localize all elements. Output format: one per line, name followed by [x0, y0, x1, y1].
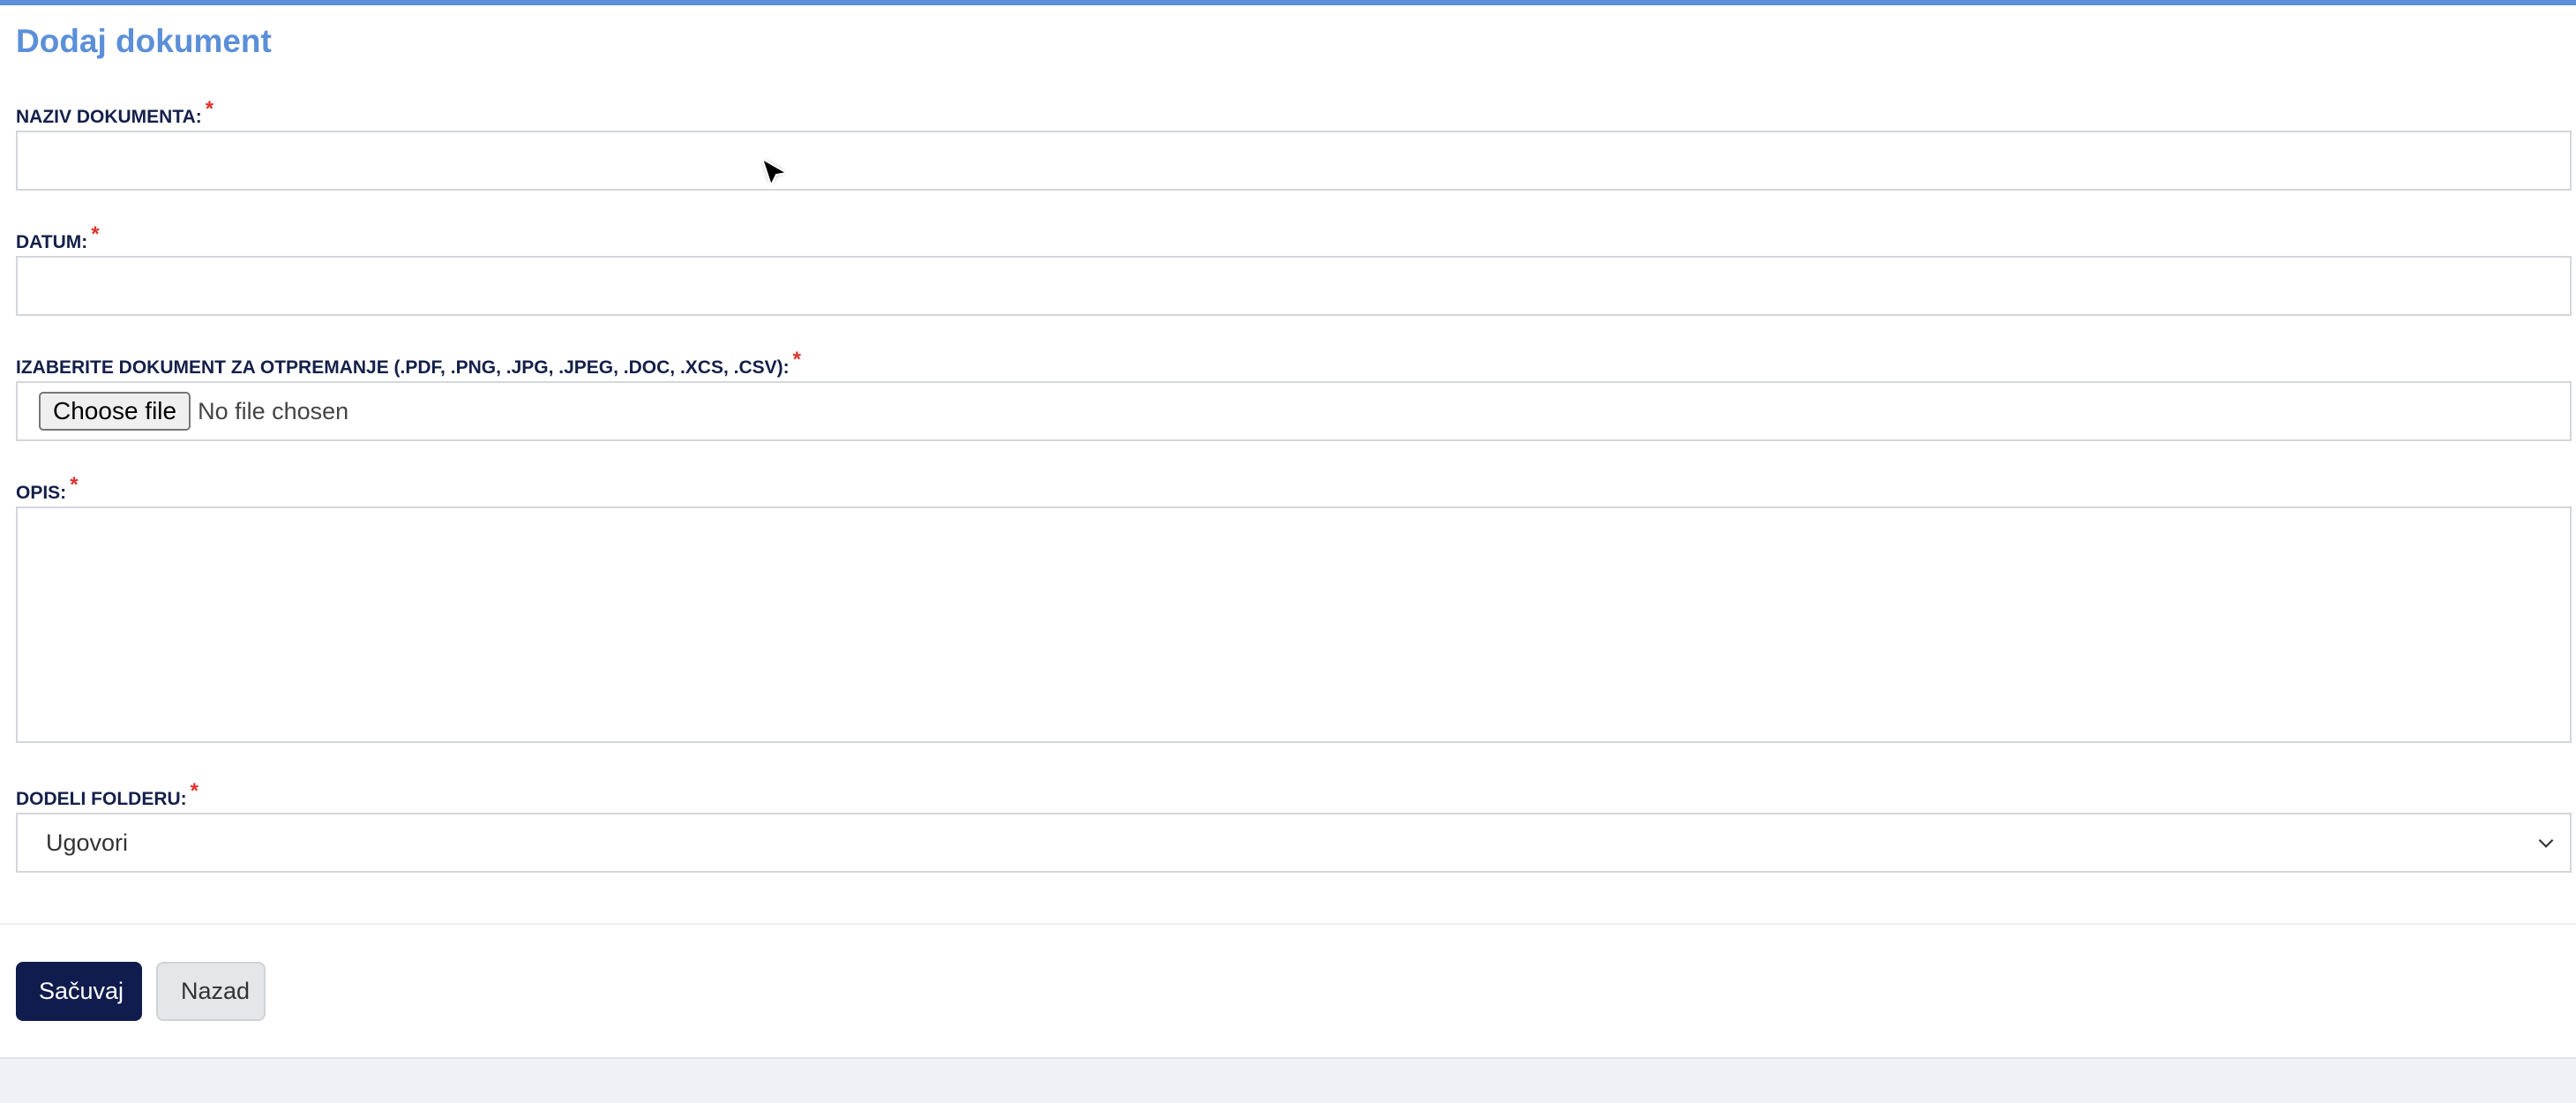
date-label-text: DATUM: [16, 232, 88, 252]
file-label-text: IZABERITE DOKUMENT ZA OTPREMANJE (.PDF, … [16, 357, 790, 378]
date-input[interactable] [16, 256, 2572, 316]
name-field-group: NAZIV DOKUMENTA: * [16, 94, 2572, 191]
required-mark: * [91, 222, 100, 246]
save-button[interactable]: Sačuvaj [16, 962, 142, 1021]
mouse-pointer-icon [760, 156, 790, 188]
file-status-text: No file chosen [198, 397, 349, 424]
choose-file-button[interactable]: Choose file [39, 392, 191, 431]
folder-label: DODELI FOLDERU: * [16, 776, 2572, 813]
required-mark: * [205, 97, 214, 121]
folder-selected-value: Ugovori [46, 829, 129, 856]
date-label: DATUM: * [16, 219, 2572, 256]
page-title: Dodaj dokument [16, 23, 272, 59]
description-label-text: OPIS: [16, 483, 67, 503]
name-label-text: NAZIV DOKUMENTA: [16, 107, 202, 127]
required-mark: * [792, 348, 801, 371]
folder-label-text: DODELI FOLDERU: [16, 789, 187, 809]
folder-field-group: DODELI FOLDERU: * Ugovori [16, 776, 2572, 873]
date-field-group: DATUM: * [16, 219, 2572, 316]
document-name-input[interactable] [16, 131, 2572, 191]
add-document-form: NAZIV DOKUMENTA: * DATUM: * IZABERITE DOKU… [16, 94, 2572, 873]
required-mark: * [190, 779, 198, 803]
file-field-group: IZABERITE DOKUMENT ZA OTPREMANJE (.PDF, … [16, 344, 2572, 441]
folder-select[interactable]: Ugovori [16, 813, 2572, 873]
add-document-card: Dodaj dokument NAZIV DOKUMENTA: * DATUM: *… [0, 0, 2576, 1059]
required-mark: * [70, 473, 79, 497]
description-label: OPIS: * [16, 469, 2572, 506]
description-field-group: OPIS: * [16, 469, 2572, 747]
name-label: NAZIV DOKUMENTA: * [16, 94, 2572, 131]
description-textarea[interactable] [16, 506, 2572, 743]
form-divider [0, 923, 2576, 925]
file-upload-field: Choose file No file chosen [16, 381, 2572, 441]
chevron-down-icon [2538, 838, 2554, 848]
back-button[interactable]: Nazad [156, 962, 266, 1021]
file-label: IZABERITE DOKUMENT ZA OTPREMANJE (.PDF, … [16, 344, 2572, 381]
form-actions: Sačuvaj Nazad [16, 962, 266, 1021]
